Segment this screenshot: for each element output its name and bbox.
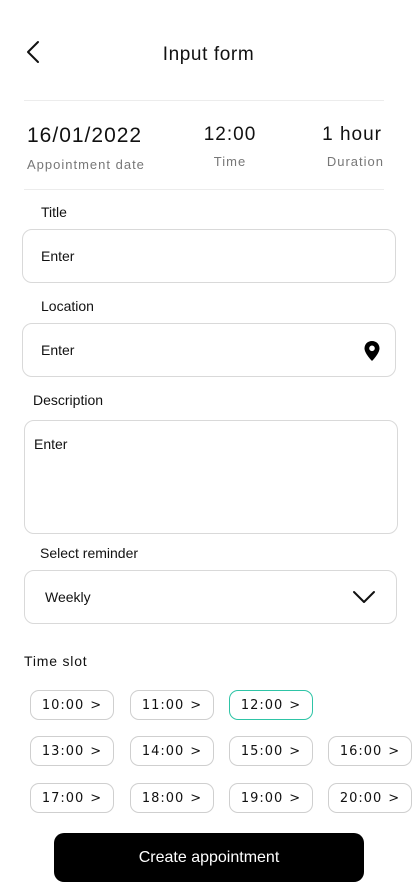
appointment-date-label: Appointment date	[27, 157, 145, 172]
time-slot-label-text: 16:00	[339, 743, 383, 759]
time-slot-label-text: 19:00	[240, 790, 284, 806]
time-slot-1500[interactable]: 15:00 >	[229, 736, 313, 766]
time-slot-2000[interactable]: 20:00 >	[328, 783, 412, 813]
duration-label: Duration	[326, 154, 384, 169]
chevron-right-icon: >	[190, 743, 203, 759]
time-slot-label-text: 18:00	[141, 790, 185, 806]
description-value: Enter	[34, 436, 68, 452]
location-input-value: Enter	[41, 342, 75, 358]
chevron-right-icon: >	[289, 743, 302, 759]
reminder-selected-value: Weekly	[45, 589, 91, 605]
chevron-right-icon: >	[388, 743, 401, 759]
time-slot-label-text: 12:00	[240, 697, 284, 713]
time-slot-label-text: 10:00	[41, 697, 85, 713]
description-textarea[interactable]: Enter	[24, 420, 398, 534]
location-label: Location	[41, 298, 94, 314]
chevron-right-icon: >	[90, 790, 103, 806]
divider	[24, 189, 384, 190]
time-slot-1300[interactable]: 13:00 >	[30, 736, 114, 766]
time-slot-label-text: 11:00	[141, 697, 185, 713]
map-pin-icon[interactable]	[363, 340, 381, 362]
time-slot-1100[interactable]: 11:00 >	[130, 690, 214, 720]
time-value: 12:00	[203, 124, 257, 145]
reminder-label: Select reminder	[40, 545, 139, 561]
time-slot-label-text: 20:00	[339, 790, 383, 806]
time-slot-1400[interactable]: 14:00 >	[130, 736, 214, 766]
time-slot-1000[interactable]: 10:00 >	[30, 690, 114, 720]
time-slot-1600[interactable]: 16:00 >	[328, 736, 412, 766]
location-input[interactable]: Enter	[22, 323, 396, 377]
chevron-right-icon: >	[190, 697, 203, 713]
title-label: Title	[41, 204, 67, 220]
chevron-right-icon: >	[90, 697, 103, 713]
time-slot-1700[interactable]: 17:00 >	[30, 783, 114, 813]
chevron-right-icon: >	[90, 743, 103, 759]
appointment-date-value: 16/01/2022	[27, 124, 143, 147]
title-input-value: Enter	[41, 248, 75, 264]
reminder-select[interactable]: Weekly	[24, 570, 397, 624]
chevron-right-icon: >	[289, 790, 302, 806]
time-slot-1200[interactable]: 12:00 >	[229, 690, 313, 720]
time-slot-label-text: 15:00	[240, 743, 284, 759]
chevron-right-icon: >	[289, 697, 302, 713]
time-slot-label-text: 17:00	[41, 790, 85, 806]
divider	[24, 100, 384, 101]
chevron-right-icon: >	[388, 790, 401, 806]
time-label: Time	[213, 154, 247, 169]
time-slot-label: Time slot	[24, 653, 88, 669]
duration-value: 1 hour	[322, 124, 382, 145]
chevron-down-icon	[353, 591, 375, 603]
description-label: Description	[33, 392, 104, 408]
time-slot-1800[interactable]: 18:00 >	[130, 783, 214, 813]
time-slot-label-text: 13:00	[41, 743, 85, 759]
time-slot-1900[interactable]: 19:00 >	[229, 783, 313, 813]
title-input[interactable]: Enter	[22, 229, 396, 283]
chevron-right-icon: >	[190, 790, 203, 806]
time-slot-label-text: 14:00	[141, 743, 185, 759]
page-title: Input form	[162, 44, 255, 65]
create-appointment-button[interactable]: Create appointment	[54, 833, 364, 882]
